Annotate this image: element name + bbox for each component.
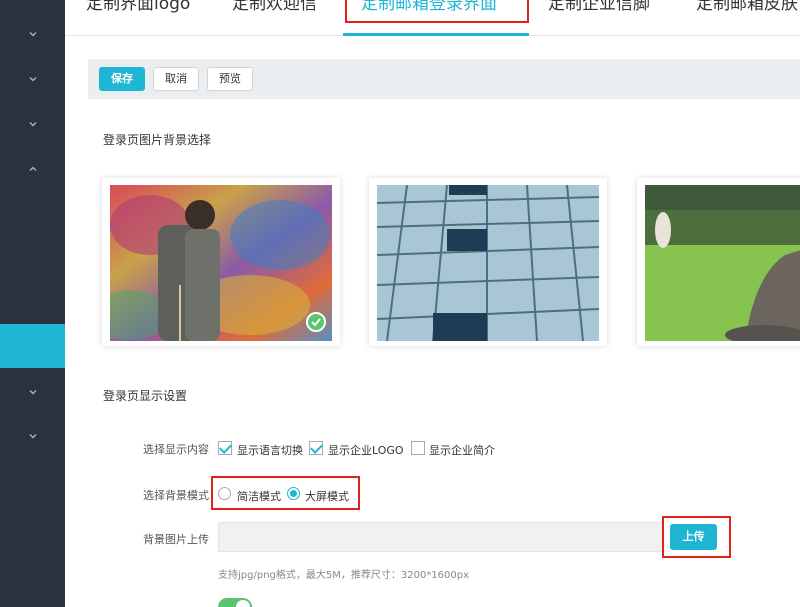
option-language-label: 显示语言切换 <box>237 444 303 457</box>
mode-label: 选择背景模式 <box>143 489 209 502</box>
preview-button[interactable]: 预览 <box>207 67 253 91</box>
building-image <box>377 185 599 341</box>
upload-button[interactable]: 上传 <box>670 524 717 550</box>
radio-bigscreen-mode[interactable] <box>287 487 300 500</box>
lawn-statue-picture <box>645 185 800 341</box>
tab-active-underline <box>343 33 529 36</box>
checkbox-intro[interactable] <box>411 441 425 455</box>
radio-simple-mode[interactable] <box>218 487 231 500</box>
sidebar-item-3[interactable] <box>0 102 65 146</box>
checkbox-logo[interactable] <box>309 441 323 455</box>
bg-select-title: 登录页图片背景选择 <box>103 133 212 147</box>
bigscreen-mode-label: 大屏模式 <box>305 490 349 503</box>
checkbox-language[interactable] <box>218 441 232 455</box>
sidebar-item-5[interactable] <box>0 370 65 414</box>
sidebar-item-2[interactable] <box>0 57 65 101</box>
selected-check-icon <box>306 312 326 332</box>
sidebar-active-item[interactable] <box>0 324 65 368</box>
lawn-image <box>645 185 800 341</box>
bg-image-card-2[interactable] <box>369 178 607 346</box>
chevron-down-icon <box>29 434 36 439</box>
cancel-button[interactable]: 取消 <box>153 67 199 91</box>
glass-building-picture <box>377 185 599 341</box>
graffiti-wall-picture <box>110 185 332 341</box>
chevron-down-icon <box>29 32 36 37</box>
feature-toggle[interactable] <box>218 598 252 607</box>
sidebar-item-4[interactable] <box>0 147 65 191</box>
content-label: 选择显示内容 <box>143 443 209 456</box>
tab-signature[interactable]: 定制企业信脚 <box>548 0 650 22</box>
tab-logo[interactable]: 定制界面logo <box>86 0 190 22</box>
save-button[interactable]: 保存 <box>99 67 145 91</box>
sidebar-item-6[interactable] <box>0 414 65 458</box>
tab-welcome[interactable]: 定制欢迎信 <box>232 0 317 22</box>
option-logo-label: 显示企业LOGO <box>328 444 404 457</box>
bg-image-card-1[interactable] <box>102 178 340 346</box>
highlight-box-tab <box>345 0 529 23</box>
chevron-down-icon <box>29 122 36 127</box>
chevron-down-icon <box>29 390 36 395</box>
toolbar: 保存 取消 预览 <box>88 59 800 99</box>
bg-image-card-3[interactable] <box>637 178 800 346</box>
upload-hint: 支持jpg/png格式，最大5M，推荐尺寸：3200*1600px <box>218 570 470 581</box>
chevron-down-icon <box>29 77 36 82</box>
display-settings-title: 登录页显示设置 <box>103 389 188 403</box>
upload-label: 背景图片上传 <box>143 533 209 546</box>
graffiti-image <box>110 185 332 341</box>
sidebar <box>0 0 65 607</box>
sidebar-item-1[interactable] <box>0 12 65 56</box>
upload-field[interactable] <box>218 522 664 552</box>
app: 定制界面logo 定制欢迎信 定制邮箱登录界面 定制企业信脚 定制邮箱皮肤 保存… <box>0 0 800 607</box>
chevron-up-icon <box>29 166 36 171</box>
simple-mode-label: 简洁模式 <box>237 490 281 503</box>
tab-skin[interactable]: 定制邮箱皮肤 <box>696 0 798 22</box>
option-intro-label: 显示企业简介 <box>429 444 495 457</box>
